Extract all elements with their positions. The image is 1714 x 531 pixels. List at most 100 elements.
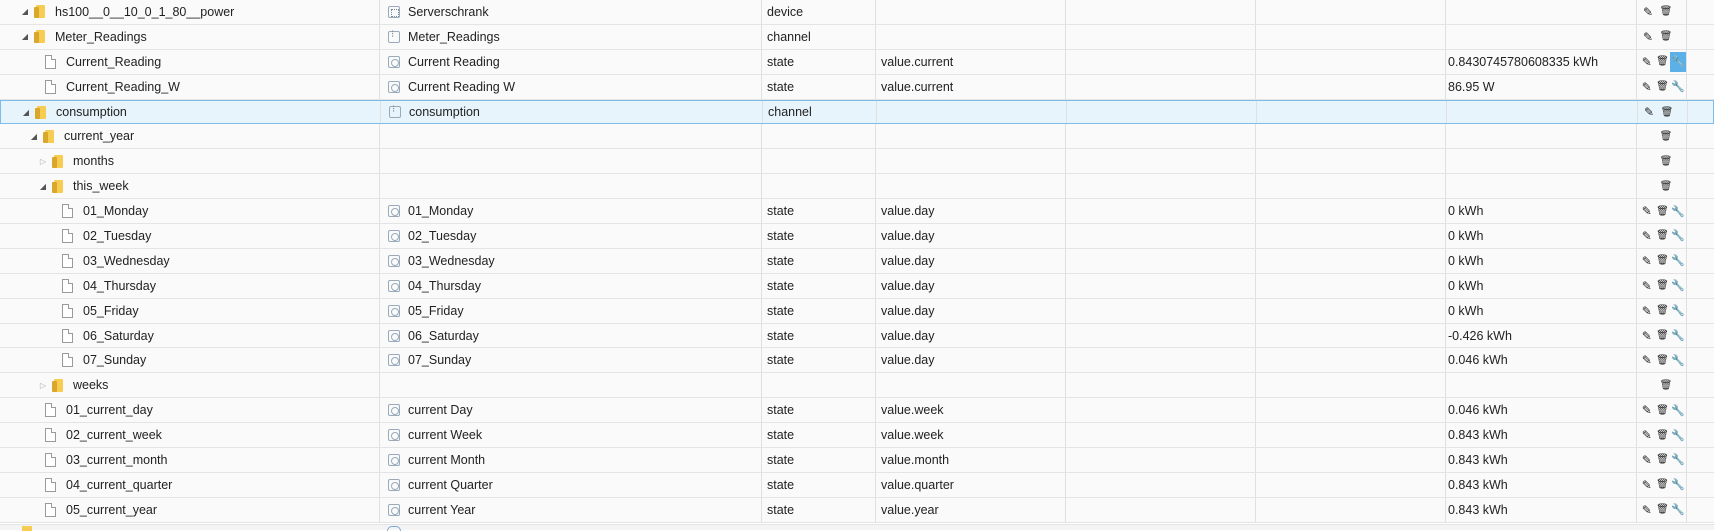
settings-button[interactable]: 🔧 — [1670, 77, 1686, 97]
delete-button[interactable]: 🗑 — [1655, 77, 1671, 97]
delete-button[interactable]: 🗑 — [1655, 276, 1671, 296]
delete-button[interactable]: 🗑 — [1657, 176, 1675, 196]
object-id-cell[interactable]: 03_current_month — [0, 448, 380, 472]
edit-button[interactable]: ✎ — [1639, 276, 1655, 296]
edit-button[interactable]: ✎ — [1639, 326, 1655, 346]
tree-folder-row[interactable]: ▷ months 🗑 — [0, 149, 1714, 175]
delete-button[interactable]: 🗑 — [1655, 52, 1671, 72]
object-id-cell[interactable]: 03_Wednesday — [0, 248, 380, 273]
tree-folder-row[interactable]: ◢ current_year 🗑 — [0, 124, 1714, 150]
object-value-cell[interactable]: 0.843 kWh — [1446, 472, 1637, 497]
object-value-cell[interactable]: 0 kWh — [1446, 273, 1637, 298]
object-id-cell[interactable]: 02_current_week — [0, 423, 380, 448]
edit-button[interactable]: ✎ — [1639, 450, 1655, 470]
table-row[interactable]: 02_current_week current Week state value.we… — [0, 423, 1714, 449]
table-row[interactable]: 01_current_day current Day state value.week… — [0, 398, 1714, 424]
delete-button[interactable]: 🗑 — [1655, 301, 1671, 321]
edit-button[interactable]: ✎ — [1639, 475, 1655, 495]
settings-button[interactable]: 🔧 — [1670, 251, 1686, 271]
edit-button[interactable]: ✎ — [1639, 2, 1657, 22]
delete-button[interactable]: 🗑 — [1655, 500, 1671, 520]
collapse-arrow-icon[interactable]: ◢ — [21, 108, 31, 117]
object-value-cell[interactable]: 0 kWh — [1446, 298, 1637, 323]
delete-button[interactable]: 🗑 — [1655, 226, 1671, 246]
object-value-cell[interactable]: 0 kWh — [1446, 224, 1637, 248]
object-value-cell[interactable] — [1446, 124, 1637, 149]
object-id-cell[interactable]: ▷ weeks — [0, 373, 380, 398]
delete-button[interactable]: 🗑 — [1655, 201, 1671, 221]
delete-button[interactable]: 🗑 — [1657, 375, 1675, 395]
collapse-arrow-icon[interactable]: ◢ — [29, 132, 39, 141]
expand-arrow-icon[interactable]: ▷ — [38, 381, 48, 390]
object-value-cell[interactable] — [1447, 100, 1638, 124]
table-row[interactable]: Current_Reading Current Reading state value… — [0, 49, 1714, 75]
table-row[interactable]: 04_Thursday 04_Thursday state value.day 0 kW… — [0, 273, 1714, 299]
delete-button[interactable]: 🗑 — [1655, 475, 1671, 495]
object-id-cell[interactable]: 07_Sunday — [0, 348, 380, 373]
object-id-cell[interactable]: ◢ current_year — [0, 124, 380, 149]
settings-button[interactable]: 🔧 — [1670, 400, 1686, 420]
object-value-cell[interactable]: 0 kWh — [1446, 199, 1637, 224]
settings-button[interactable]: 🔧 — [1670, 475, 1686, 495]
edit-button[interactable]: ✎ — [1639, 251, 1655, 271]
delete-button[interactable]: 🗑 — [1655, 350, 1671, 370]
tree-folder-row[interactable]: ◢ Meter_Readings Meter_Readings channel ✎🗑 — [0, 24, 1714, 50]
settings-button[interactable]: 🔧 — [1670, 201, 1686, 221]
object-id-cell[interactable]: 02_Tuesday — [0, 224, 380, 248]
settings-button[interactable]: 🔧 — [1670, 326, 1686, 346]
delete-button[interactable]: 🗑 — [1655, 400, 1671, 420]
object-id-cell[interactable]: ◢ this_week — [0, 174, 380, 199]
edit-button[interactable]: ✎ — [1639, 52, 1655, 72]
object-value-cell[interactable] — [1446, 24, 1637, 49]
collapse-arrow-icon[interactable]: ◢ — [20, 32, 30, 41]
object-id-cell[interactable]: ◢ Meter_Readings — [0, 24, 380, 49]
delete-button[interactable]: 🗑 — [1655, 425, 1671, 445]
object-value-cell[interactable]: 0.843 kWh — [1446, 423, 1637, 448]
table-row[interactable]: 06_Saturday 06_Saturday state value.day -0.4… — [0, 323, 1714, 349]
object-id-cell[interactable]: 01_Monday — [0, 199, 380, 224]
table-row[interactable]: 03_current_month current Month state value.… — [0, 448, 1714, 473]
delete-button[interactable]: 🗑 — [1657, 27, 1675, 47]
delete-button[interactable]: 🗑 — [1657, 2, 1675, 22]
edit-button[interactable]: ✎ — [1639, 201, 1655, 221]
settings-button[interactable]: 🔧 — [1670, 425, 1686, 445]
edit-button[interactable]: ✎ — [1639, 350, 1655, 370]
object-value-cell[interactable]: 0.843 kWh — [1446, 448, 1637, 472]
table-row[interactable]: 03_Wednesday 03_Wednesday state value.day 0 … — [0, 248, 1714, 274]
settings-button[interactable]: 🔧 — [1670, 301, 1686, 321]
object-id-cell[interactable]: 05_current_year — [0, 497, 380, 522]
object-id-cell[interactable]: 05_Friday — [0, 298, 380, 323]
object-value-cell[interactable] — [1446, 149, 1637, 174]
object-value-cell[interactable] — [1446, 0, 1637, 24]
table-row[interactable]: 05_Friday 05_Friday state value.day 0 kWh ✎ 🗑 🔧 — [0, 298, 1714, 324]
table-row[interactable]: Current_Reading_W Current Reading W state v… — [0, 74, 1714, 100]
object-id-cell[interactable]: ◢ consumption — [1, 100, 381, 124]
object-id-cell[interactable]: 04_Thursday — [0, 273, 380, 298]
object-value-cell[interactable]: 0.046 kWh — [1446, 348, 1637, 373]
object-id-cell[interactable]: Current_Reading — [0, 49, 380, 74]
tree-folder-row[interactable]: ◢ consumption consumption channel ✎🗑 — [0, 99, 1714, 125]
tree-folder-row[interactable]: ◢ this_week 🗑 — [0, 174, 1714, 200]
object-value-cell[interactable] — [1446, 373, 1637, 398]
object-value-cell[interactable]: -0.426 kWh — [1446, 323, 1637, 348]
delete-button[interactable]: 🗑 — [1655, 251, 1671, 271]
settings-button[interactable]: 🔧 — [1670, 450, 1686, 470]
delete-button[interactable]: 🗑 — [1657, 151, 1675, 171]
delete-button[interactable]: 🗑 — [1655, 450, 1671, 470]
object-value-cell[interactable] — [1446, 174, 1637, 199]
edit-button[interactable]: ✎ — [1639, 27, 1657, 47]
delete-button[interactable]: 🗑 — [1655, 326, 1671, 346]
edit-button[interactable]: ✎ — [1639, 425, 1655, 445]
edit-button[interactable]: ✎ — [1640, 102, 1658, 122]
object-value-cell[interactable]: 0 kWh — [1446, 248, 1637, 273]
object-id-cell[interactable]: 01_current_day — [0, 398, 380, 423]
table-row[interactable]: 02_Tuesday 02_Tuesday state value.day 0 kWh ✎… — [0, 224, 1714, 249]
edit-button[interactable]: ✎ — [1639, 500, 1655, 520]
object-id-cell[interactable]: 04_current_quarter — [0, 472, 380, 497]
table-row[interactable]: 04_current_quarter current Quarter state va… — [0, 472, 1714, 498]
object-id-cell[interactable]: ◢ hs100__0__10_0_1_80__power — [0, 0, 380, 24]
edit-button[interactable]: ✎ — [1639, 400, 1655, 420]
object-id-cell[interactable]: Current_Reading_W — [0, 74, 380, 99]
settings-button[interactable]: 🔧 — [1670, 350, 1686, 370]
object-value-cell[interactable]: 0.8430745780608335 kWh — [1446, 49, 1637, 74]
